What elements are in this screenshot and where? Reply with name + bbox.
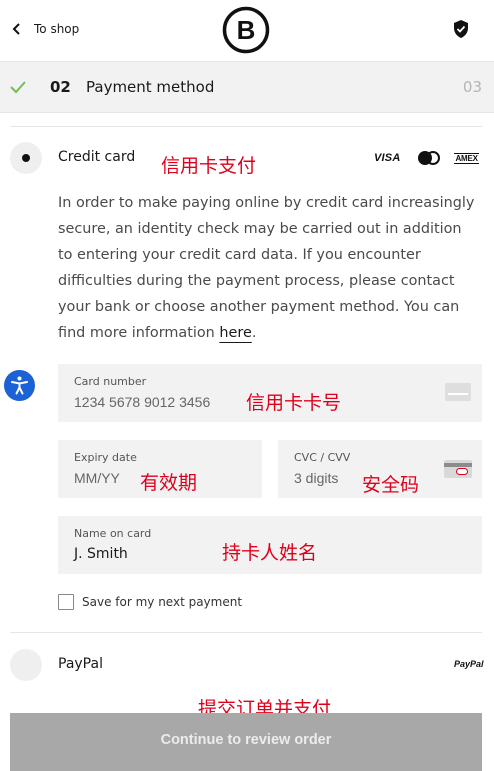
save-payment-checkbox[interactable]	[58, 594, 74, 610]
divider	[10, 632, 482, 633]
divider	[10, 126, 482, 127]
credit-card-label: Credit card	[58, 149, 136, 165]
cvc-label: CVC / CVV	[294, 451, 351, 464]
credit-card-info-text: In order to make paying online by credit…	[58, 190, 478, 346]
paypal-label: PayPal	[58, 656, 103, 672]
cvc-card-icon	[444, 460, 472, 478]
credit-card-radio[interactable]	[10, 142, 42, 174]
brand-logo[interactable]: B	[222, 6, 270, 54]
name-annotation: 持卡人姓名	[222, 542, 318, 564]
secure-shield-icon	[454, 20, 468, 38]
radio-selected-dot	[22, 154, 30, 162]
info-end: .	[251, 325, 257, 341]
card-brand-logos: VISA AMEX	[374, 150, 479, 166]
card-number-input[interactable]: 1234 5678 9012 3456	[74, 394, 210, 410]
chevron-left-icon	[12, 23, 20, 35]
mastercard-logo	[418, 151, 441, 165]
save-payment-label: Save for my next payment	[82, 595, 243, 609]
more-info-link[interactable]: here	[219, 325, 251, 341]
paypal-logo: PayPal	[454, 659, 484, 669]
save-payment-option[interactable]: Save for my next payment	[58, 594, 242, 610]
next-step-number: 03	[462, 78, 482, 96]
checkout-step-bar: 02 Payment method 03	[0, 61, 494, 113]
expiry-date-input[interactable]: MM/YY	[74, 470, 120, 486]
credit-card-annotation: 信用卡支付	[161, 155, 257, 177]
cvc-input[interactable]: 3 digits	[294, 470, 338, 486]
name-on-card-input[interactable]: J. Smith	[74, 546, 128, 562]
logo-letter: B	[237, 15, 256, 45]
card-number-annotation: 信用卡卡号	[246, 392, 342, 414]
step-number: 02	[50, 78, 71, 96]
step-complete-check-icon	[10, 81, 26, 94]
continue-to-review-button[interactable]: Continue to review order	[10, 713, 482, 771]
name-on-card-label: Name on card	[74, 527, 152, 540]
card-number-label: Card number	[74, 375, 147, 388]
info-body: In order to make paying online by credit…	[58, 195, 475, 341]
paypal-radio[interactable]	[10, 649, 42, 681]
back-to-shop-label: To shop	[34, 22, 80, 36]
expiry-date-label: Expiry date	[74, 451, 137, 464]
expiry-annotation: 有效期	[140, 472, 198, 494]
continue-button-label: Continue to review order	[160, 732, 332, 748]
step-title: Payment method	[86, 78, 215, 96]
accessibility-icon	[11, 376, 28, 395]
amex-logo: AMEX	[454, 152, 479, 164]
accessibility-button[interactable]	[4, 370, 35, 401]
cvc-annotation: 安全码	[362, 474, 420, 496]
card-generic-icon	[445, 383, 471, 401]
back-to-shop-link[interactable]: To shop	[10, 18, 79, 40]
header: To shop B	[0, 0, 494, 60]
visa-logo: VISA	[374, 152, 401, 164]
